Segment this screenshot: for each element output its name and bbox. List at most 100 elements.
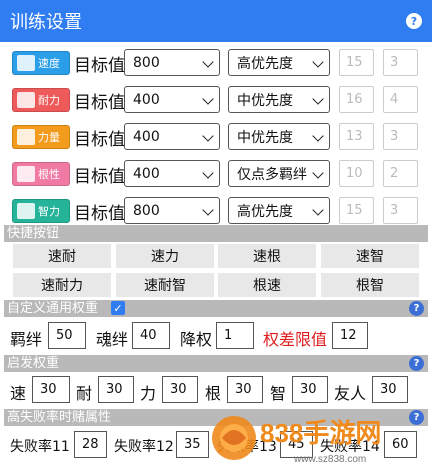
weight-diff-limit-input[interactable]: 12 [332,322,368,349]
heart-icon [17,92,35,108]
quick-button[interactable]: 根智 [321,273,419,297]
speed-badge: 速度 [12,51,70,75]
field-label: 失败率14 [320,439,380,455]
chevron-down-icon [202,204,214,216]
field-label: 失败率11 [10,439,70,455]
speed-icon [17,55,35,71]
slot-field-1: 16 [339,86,374,113]
badge-label: 智力 [38,205,60,218]
window-title: 训练设置 [10,12,82,33]
field-label: 力 [140,384,157,403]
stamina-weight-input[interactable]: 30 [98,376,134,403]
chevron-down-icon [312,130,324,142]
badge-label: 力量 [38,131,60,144]
flame-icon [17,166,35,182]
section-title: 自定义通用权重 [7,301,99,316]
stamina-badge: 耐力 [12,88,70,112]
select-value: 高优先度 [237,203,293,220]
priority-select[interactable]: 仅点多羁绊 [228,160,330,187]
slot-field-2: 3 [383,123,418,150]
target-label: 目标值 [74,130,125,150]
target-value-select[interactable]: 400 [124,160,220,187]
field-label: 根 [205,384,222,403]
speed-weight-input[interactable]: 30 [32,376,70,403]
help-icon[interactable]: ? [409,410,424,425]
reduce-weight-input[interactable]: 1 [216,322,254,349]
title-bar: 训练设置 ? [0,0,432,42]
help-icon[interactable]: ? [409,301,424,316]
fail-rate-14-input[interactable]: 60 [384,431,417,458]
slot-field-2: 3 [383,49,418,76]
guts-weight-input[interactable]: 30 [227,376,263,403]
guts-badge: 根性 [12,162,70,186]
target-label: 目标值 [74,93,125,113]
soul-bond-weight-input[interactable]: 40 [132,322,170,349]
slot-field-2: 2 [383,160,418,187]
field-label: 失败率12 [114,439,174,455]
chevron-down-icon [312,204,324,216]
select-value: 中优先度 [237,129,293,146]
custom-weight-checkbox[interactable]: ✓ [111,301,125,315]
fail-rate-13-input[interactable]: 45 [280,431,313,458]
chevron-down-icon [202,93,214,105]
dumbbell-icon [17,129,35,145]
slot-field-1: 15 [339,49,374,76]
target-label: 目标值 [74,204,125,224]
select-value: 800 [133,202,160,219]
wisdom-weight-input[interactable]: 30 [292,376,328,403]
target-value-select[interactable]: 800 [124,49,220,76]
chevron-down-icon [202,130,214,142]
select-value: 400 [133,165,160,182]
friend-weight-input[interactable]: 30 [372,376,408,403]
section-title: 快捷按钮 [7,226,60,241]
field-label: 失败率13 [217,439,277,455]
badge-label: 根性 [38,168,60,181]
priority-select[interactable]: 高优先度 [228,197,330,224]
chevron-down-icon [202,56,214,68]
quick-button[interactable]: 速耐智 [116,273,214,297]
help-icon[interactable]: ? [406,13,422,29]
quick-button[interactable]: 速智 [321,244,419,268]
quick-button[interactable]: 速耐 [13,244,111,268]
graduation-cap-icon [17,203,35,219]
select-value: 仅点多羁绊 [237,166,307,183]
target-row-guts: 根性 目标值 400 仅点多羁绊 10 2 [8,155,428,192]
bond-weight-input[interactable]: 50 [48,322,86,349]
target-value-select[interactable]: 800 [124,197,220,224]
chevron-down-icon [312,93,324,105]
field-label: 速 [10,384,27,403]
help-icon[interactable]: ? [409,356,424,371]
target-row-speed: 速度 目标值 800 高优先度 15 3 [8,44,428,81]
select-value: 400 [133,91,160,108]
field-label: 羁绊 [10,330,43,349]
priority-select[interactable]: 高优先度 [228,49,330,76]
fail-rate-12-input[interactable]: 35 [176,431,209,458]
priority-select[interactable]: 中优先度 [228,86,330,113]
select-value: 800 [133,54,160,71]
field-label: 智 [270,384,287,403]
chevron-down-icon [202,167,214,179]
slot-field-2: 3 [383,197,418,224]
quick-button[interactable]: 速根 [218,244,316,268]
power-badge: 力量 [12,125,70,149]
quick-button[interactable]: 速力 [116,244,214,268]
section-title: 高失败率时赌属性 [7,410,112,425]
target-row-wisdom: 智力 目标值 800 高优先度 15 3 [8,192,428,229]
select-value: 400 [133,128,160,145]
badge-label: 耐力 [38,94,60,107]
target-row-power: 力量 目标值 400 中优先度 13 3 [8,118,428,155]
target-value-select[interactable]: 400 [124,123,220,150]
select-value: 中优先度 [237,92,293,109]
select-value: 高优先度 [237,55,293,72]
slot-field-2: 4 [383,86,418,113]
slot-field-1: 10 [339,160,374,187]
quick-button[interactable]: 速耐力 [13,273,111,297]
target-label: 目标值 [74,167,125,187]
field-label: 耐 [76,384,93,403]
slot-field-1: 15 [339,197,374,224]
target-value-select[interactable]: 400 [124,86,220,113]
power-weight-input[interactable]: 30 [162,376,198,403]
quick-button[interactable]: 根速 [218,273,316,297]
fail-rate-11-input[interactable]: 28 [74,431,107,458]
priority-select[interactable]: 中优先度 [228,123,330,150]
